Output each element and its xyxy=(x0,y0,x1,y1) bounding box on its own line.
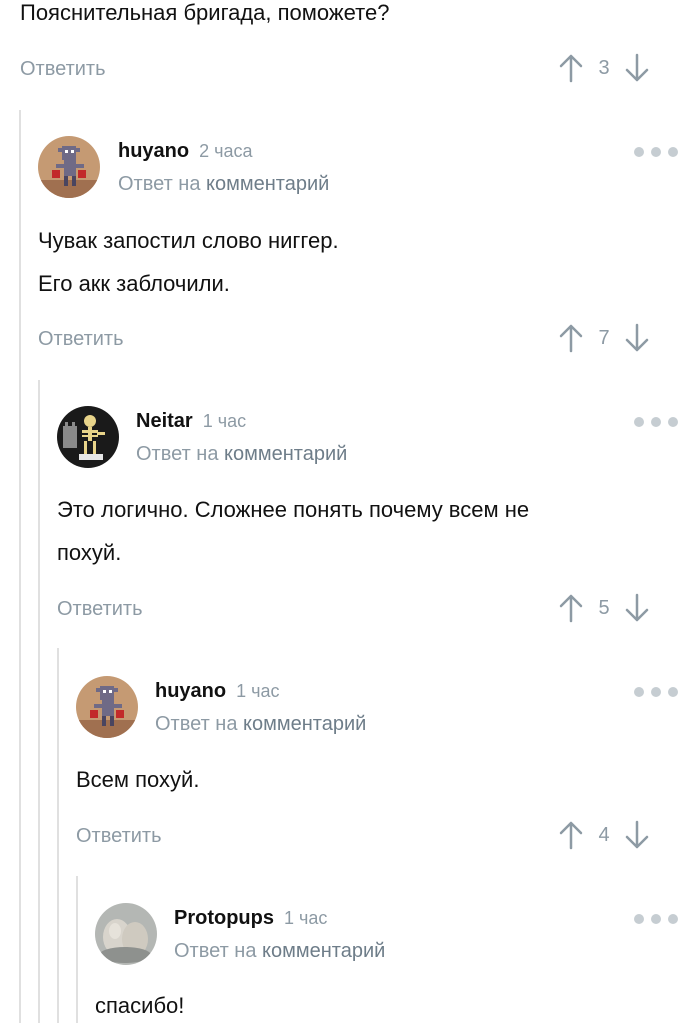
upvote-icon[interactable] xyxy=(558,820,584,850)
comment-body: Это логично. Сложнее понять почему всем … xyxy=(57,488,529,574)
downvote-icon[interactable] xyxy=(624,820,650,850)
reply-button[interactable]: Ответить xyxy=(76,825,162,848)
reply-button[interactable]: Ответить xyxy=(38,328,124,351)
reply-to-link[interactable]: комментарий xyxy=(262,940,385,962)
rating-count: 3 xyxy=(598,56,610,79)
vote-controls: 4 xyxy=(558,820,650,850)
comment-author[interactable]: huyano 1 час xyxy=(155,680,280,703)
reply-to-prefix: Ответ на xyxy=(155,713,238,735)
reply-to-prefix: Ответ на xyxy=(174,940,257,962)
comment-line: Чувак запостил слово ниггер. xyxy=(38,228,339,253)
comment-line: Его акк заблочили. xyxy=(38,271,230,296)
more-options-icon[interactable] xyxy=(634,415,678,429)
upvote-icon[interactable] xyxy=(558,323,584,353)
thread-line-level-2 xyxy=(38,380,40,1023)
comment-body: Чувак запостил слово ниггер. Его акк заб… xyxy=(38,219,339,305)
author-name[interactable]: huyano xyxy=(118,140,189,162)
thread-line-level-4 xyxy=(76,876,78,1023)
upvote-icon[interactable] xyxy=(558,593,584,623)
downvote-icon[interactable] xyxy=(624,593,650,623)
comment-body: Всем похуй. xyxy=(76,758,199,801)
rating-count: 4 xyxy=(598,823,610,846)
author-name[interactable]: Neitar xyxy=(136,410,193,432)
author-name[interactable]: huyano xyxy=(155,680,226,702)
vote-controls: 3 xyxy=(558,53,650,83)
more-options-icon[interactable] xyxy=(634,145,678,159)
thread-line-level-3 xyxy=(57,648,59,1023)
stones-icon xyxy=(95,903,157,965)
comment-time: 1 час xyxy=(202,411,247,431)
reply-to-line: Ответ на комментарий xyxy=(174,940,385,963)
comment-author[interactable]: Protopups 1 час xyxy=(174,907,327,930)
reply-button[interactable]: Ответить xyxy=(57,598,143,621)
reply-to-line: Ответ на комментарий xyxy=(136,443,347,466)
reply-to-link[interactable]: комментарий xyxy=(206,173,329,195)
reply-to-prefix: Ответ на xyxy=(136,443,219,465)
parent-comment-text: Пояснительная бригада, поможете? xyxy=(20,0,390,25)
more-options-icon[interactable] xyxy=(634,912,678,926)
reply-to-link[interactable]: комментарий xyxy=(243,713,366,735)
reply-to-link[interactable]: комментарий xyxy=(224,443,347,465)
vote-controls: 5 xyxy=(558,593,650,623)
more-options-icon[interactable] xyxy=(634,685,678,699)
avatar[interactable] xyxy=(76,676,138,738)
reply-to-line: Ответ на комментарий xyxy=(155,713,366,736)
upvote-icon[interactable] xyxy=(558,53,584,83)
reply-button[interactable]: Ответить xyxy=(20,58,106,81)
avatar[interactable] xyxy=(95,903,157,965)
comment-author[interactable]: huyano 2 часа xyxy=(118,140,253,163)
avatar[interactable] xyxy=(57,406,119,468)
comment-author[interactable]: Neitar 1 час xyxy=(136,410,246,433)
pixel-goblin-icon xyxy=(38,136,100,198)
comment-line: Это логично. Сложнее понять почему всем … xyxy=(57,497,530,522)
reply-to-prefix: Ответ на xyxy=(118,173,201,195)
comment-line: похуй. xyxy=(57,540,122,565)
downvote-icon[interactable] xyxy=(624,53,650,83)
avatar[interactable] xyxy=(38,136,100,198)
pixel-goblin-icon xyxy=(76,676,138,738)
thread-line-level-1 xyxy=(19,110,21,1023)
comment-line: спасибо! xyxy=(95,993,185,1018)
rating-count: 7 xyxy=(598,326,610,349)
downvote-icon[interactable] xyxy=(624,323,650,353)
comment-body: спасибо! xyxy=(95,984,184,1027)
vote-controls: 7 xyxy=(558,323,650,353)
comment-time: 1 час xyxy=(284,908,328,928)
author-name[interactable]: Protopups xyxy=(174,907,274,929)
comment-time: 2 часа xyxy=(199,141,253,161)
reply-to-line: Ответ на комментарий xyxy=(118,173,329,196)
rating-count: 5 xyxy=(598,596,610,619)
comment-time: 1 час xyxy=(236,681,280,701)
skeleton-icon xyxy=(57,406,119,468)
comment-line: Всем похуй. xyxy=(76,767,200,792)
